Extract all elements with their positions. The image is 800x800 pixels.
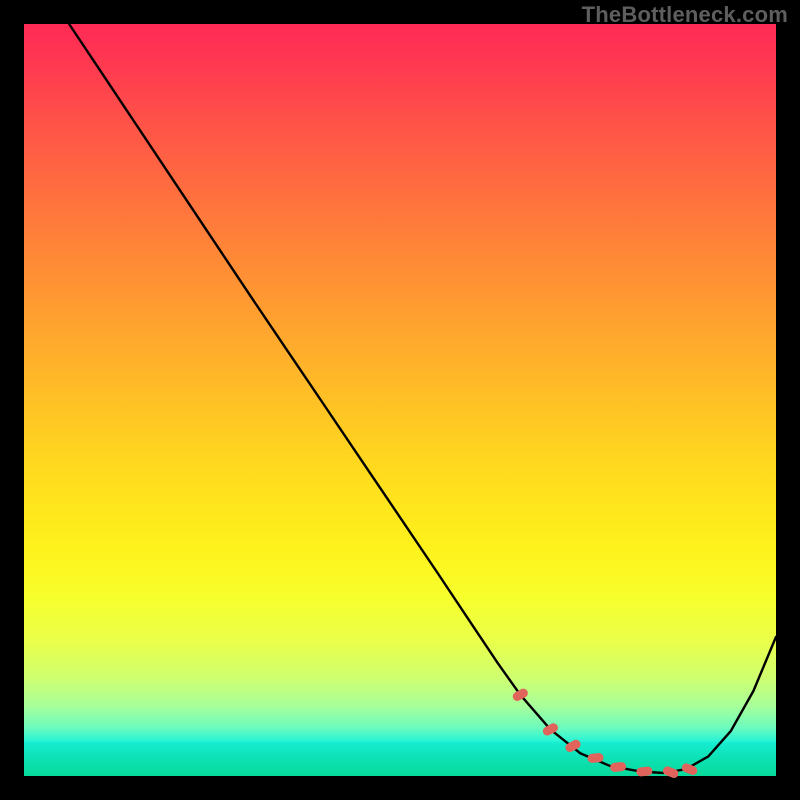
bottleneck-curve	[69, 24, 776, 773]
chart-container: TheBottleneck.com	[0, 0, 800, 800]
optimal-marker	[662, 765, 680, 779]
optimal-range-markers	[511, 687, 698, 779]
plot-area	[24, 24, 776, 776]
optimal-marker	[610, 762, 627, 773]
optimal-marker	[511, 687, 529, 702]
curve-layer	[24, 24, 776, 776]
optimal-marker	[636, 766, 653, 777]
